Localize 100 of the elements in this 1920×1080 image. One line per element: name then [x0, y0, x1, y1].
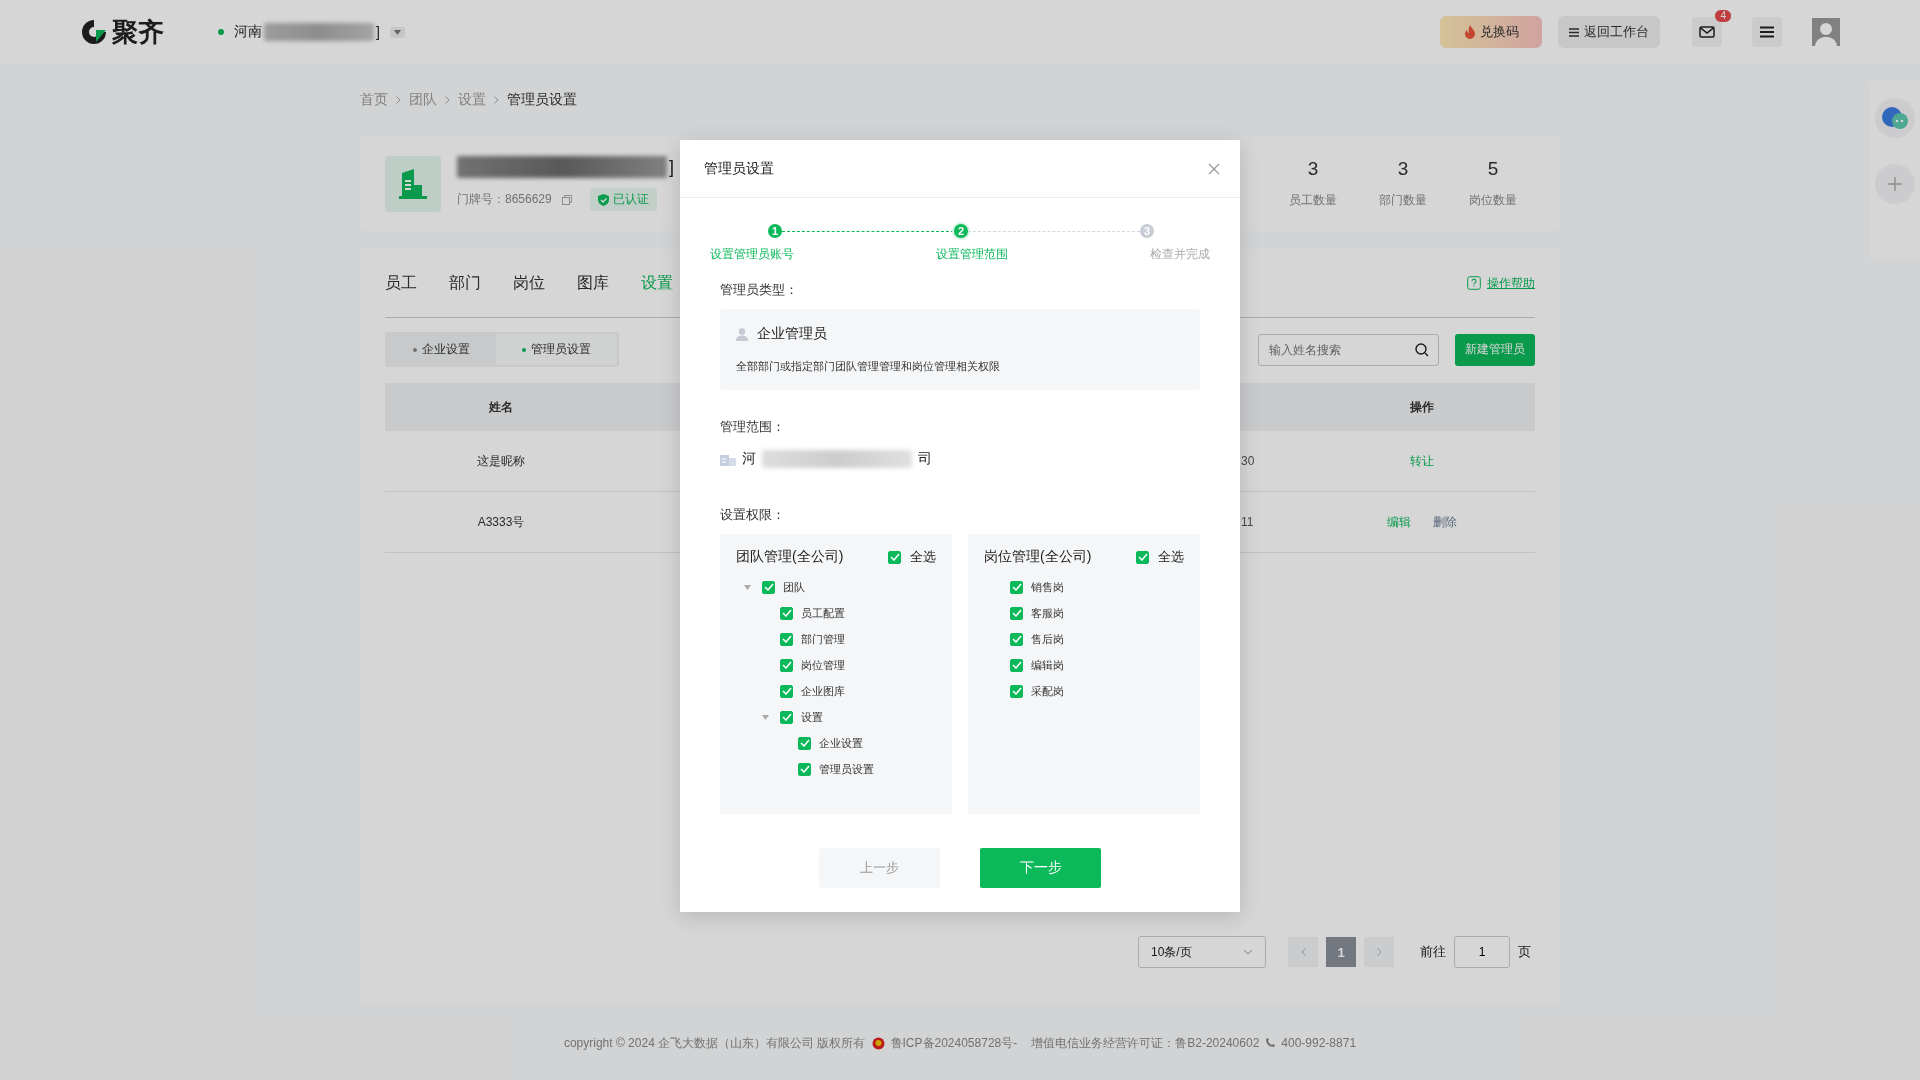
next-step-button[interactable]: 下一步 [980, 848, 1101, 888]
stat-label: 部门数量 [1379, 192, 1427, 209]
dialog-title: 管理员设置 [704, 159, 774, 178]
help-link[interactable]: 操作帮助 [1487, 274, 1535, 292]
permission-label: 团队 [783, 579, 805, 595]
breadcrumb-item[interactable]: 设置 [458, 91, 486, 109]
checkbox[interactable] [1010, 684, 1023, 698]
phone-icon [1265, 1038, 1276, 1048]
checkbox[interactable] [780, 606, 793, 620]
section-label: 设置权限： [720, 506, 786, 524]
permission-label: 企业图库 [801, 683, 845, 699]
action-link[interactable]: 编辑 [1387, 513, 1411, 531]
chat-icon[interactable] [1875, 98, 1915, 138]
step-number: 2 [954, 224, 968, 238]
permission-label: 采配岗 [1031, 683, 1064, 699]
logo-icon [80, 18, 108, 46]
checkbox[interactable] [1010, 580, 1023, 594]
scope-name-end: 司 [918, 450, 932, 468]
building-icon [385, 155, 441, 212]
checkbox[interactable] [780, 684, 793, 698]
search-icon [1415, 342, 1429, 357]
chevron-right-icon [494, 96, 499, 104]
step-label: 设置管理范围 [936, 246, 1008, 263]
table-cell-text: 11 [1241, 515, 1255, 529]
table-cell-text: A3333号 [476, 513, 526, 531]
tab[interactable]: 图库 [577, 272, 635, 294]
section-label: 管理范围： [720, 418, 786, 436]
page-size-select[interactable]: 10条/页 [1138, 936, 1266, 968]
breadcrumb-item[interactable]: 首页 [360, 91, 388, 109]
page-input[interactable]: 1 [1454, 936, 1510, 968]
caret-icon[interactable] [762, 714, 769, 720]
permission-label: 售后岗 [1031, 631, 1064, 647]
dropdown-icon[interactable] [389, 26, 405, 38]
close-icon[interactable] [1208, 162, 1220, 175]
sub-tab[interactable]: 管理员设置 [496, 334, 617, 365]
step-number: 1 [768, 224, 782, 238]
tab[interactable]: 员工 [385, 272, 443, 294]
panel-title: 团队管理(全公司) [736, 548, 845, 566]
help-icon[interactable] [1467, 276, 1481, 290]
sub-tab[interactable]: 企业设置 [387, 334, 496, 365]
checkbox[interactable] [798, 736, 811, 750]
door-number: 门牌号：8656629 [457, 191, 552, 208]
chevron-left-icon [1300, 948, 1306, 956]
tab[interactable]: 部门 [449, 272, 507, 294]
checkbox[interactable] [780, 632, 793, 646]
mail-icon[interactable] [1692, 17, 1722, 47]
avatar-icon[interactable] [1812, 18, 1840, 46]
checkbox[interactable] [1136, 550, 1149, 564]
search-field[interactable]: 输入姓名搜索 [1258, 333, 1439, 366]
action-link[interactable]: 删除 [1433, 513, 1457, 531]
goto-label: 前往 [1420, 943, 1446, 961]
copyright-text: copyright © 2024 企飞大数据（山东）有限公司 版权所有 [563, 1034, 866, 1052]
checkbox[interactable] [762, 580, 775, 594]
icp-link[interactable]: 鲁ICP备2024058728号- [890, 1034, 1018, 1052]
checkbox[interactable] [1010, 658, 1023, 672]
list-icon [1569, 27, 1579, 37]
checkbox[interactable] [1010, 606, 1023, 620]
page-button[interactable]: 1 [1326, 937, 1356, 967]
checkbox[interactable] [1010, 632, 1023, 646]
panel-title: 岗位管理(全公司) [984, 548, 1093, 566]
permission-label: 岗位管理 [801, 657, 845, 673]
admin-type-name: 企业管理员 [757, 325, 827, 343]
permission-label: 企业设置 [819, 735, 863, 751]
workbench-button[interactable]: 返回工作台 [1558, 16, 1660, 48]
menu-icon[interactable] [1752, 17, 1782, 47]
stat-value: 5 [1487, 158, 1499, 180]
step-label: 设置管理员账号 [710, 246, 794, 263]
add-icon[interactable] [1875, 164, 1915, 204]
permission-label: 客服岗 [1031, 605, 1064, 621]
permission-label: 设置 [801, 709, 823, 725]
phone-number: 400-992-8871 [1281, 1036, 1357, 1050]
checkbox[interactable] [888, 550, 901, 564]
checkbox[interactable] [798, 762, 811, 776]
chevron-down-icon [1243, 949, 1253, 955]
org-name[interactable]: 河南 [234, 23, 262, 41]
person-icon [736, 327, 748, 341]
stat-value: 3 [1397, 158, 1409, 180]
company-name-end: ] [669, 156, 674, 178]
chevron-right-icon [445, 96, 450, 104]
checkbox[interactable] [780, 658, 793, 672]
permission-label: 员工配置 [801, 605, 845, 621]
checkbox[interactable] [780, 710, 793, 724]
step-label: 检查并完成 [1150, 246, 1210, 263]
table-cell-text: 30 [1241, 454, 1256, 468]
table-cell-text: 这是昵称 [476, 452, 526, 470]
caret-icon[interactable] [744, 584, 751, 590]
new-admin-button[interactable]: 新建管理员 [1455, 333, 1535, 366]
redeem-button[interactable]: 兑换码 [1440, 16, 1542, 48]
building-icon [720, 452, 736, 466]
license-text: 增值电信业务经营许可证：鲁B2-20240602 [1031, 1034, 1260, 1052]
column-header: 操作 [1409, 398, 1435, 416]
breadcrumb-item[interactable]: 团队 [409, 91, 437, 109]
permission-label: 编辑岗 [1031, 657, 1064, 673]
flame-icon [1463, 25, 1476, 39]
copy-icon[interactable] [561, 194, 572, 205]
action-link[interactable]: 转让 [1410, 452, 1434, 470]
admin-type-description: 全部部门或指定部门团队管理管理和岗位管理相关权限 [736, 359, 1001, 374]
permission-label: 销售岗 [1031, 579, 1064, 595]
chevron-right-icon [1376, 948, 1382, 956]
tab[interactable]: 岗位 [513, 272, 571, 294]
